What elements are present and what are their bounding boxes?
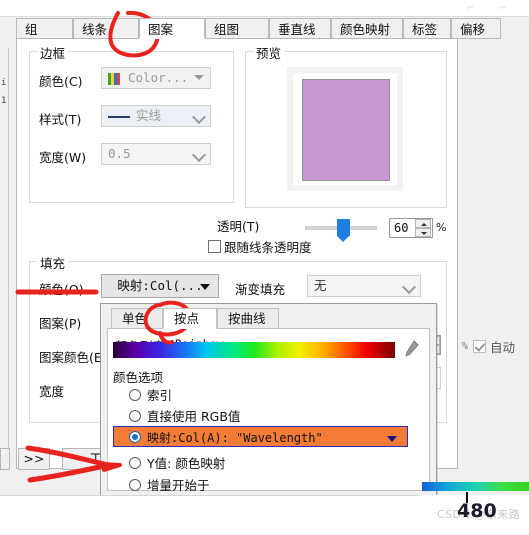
- transparency-value: 60: [394, 221, 409, 235]
- radio-use-rgb[interactable]: [129, 410, 141, 422]
- window-controls[interactable]: ⌐ ⌐: [467, 1, 523, 15]
- border-style-value: 实线: [136, 108, 162, 123]
- border-groupbox-label: 边框: [37, 43, 69, 62]
- radio-y-colormap-label: Y值: 颜色映射: [147, 456, 226, 471]
- popup-tab-by-curve[interactable]: 按曲线: [217, 308, 279, 329]
- radio-map-col-label: 映射:Col(A): "Wavelength": [147, 431, 323, 445]
- color-swatch-icon: [108, 73, 120, 85]
- radio-use-rgb-label: 直接使用 RGB值: [147, 409, 241, 424]
- colorbar: [422, 482, 529, 491]
- border-color-combo[interactable]: Color...: [101, 67, 211, 89]
- radio-increment-from[interactable]: [129, 479, 141, 491]
- tab-offset[interactable]: 偏移: [451, 18, 501, 39]
- radio-map-col[interactable]: [129, 431, 141, 443]
- radio-index-label: 索引: [147, 388, 173, 403]
- solid-line-icon: [108, 116, 130, 118]
- preview-fill-swatch: [302, 79, 390, 181]
- border-width-label: 宽度(W): [39, 150, 87, 165]
- tab-strip: 组 线条 图案 组图 垂直线 颜色映射 标签 偏移: [16, 18, 501, 40]
- tab-group[interactable]: 组: [16, 18, 73, 39]
- preview-groupbox-label: 预览: [253, 43, 285, 62]
- border-width-combo[interactable]: 0.5: [101, 143, 211, 165]
- chevron-down-icon: [200, 284, 210, 290]
- chevron-down-icon: [191, 147, 207, 163]
- follow-line-transparency-checkbox[interactable]: [208, 240, 221, 253]
- auto-label: 自动: [490, 340, 516, 355]
- transparency-spinbox[interactable]: 60: [389, 218, 433, 238]
- tab-pattern[interactable]: 图案: [139, 18, 205, 39]
- left-edge-divider: [8, 48, 9, 468]
- pattern-width-label: 宽度: [39, 384, 65, 399]
- pattern-color-label: 图案颜色(E): [39, 350, 107, 365]
- gradient-fill-combo[interactable]: 无: [307, 275, 421, 297]
- bottom-divider: [0, 495, 420, 496]
- colorbar-tick-value: 480: [457, 500, 497, 522]
- tab-vertical-line[interactable]: 垂直线: [269, 18, 331, 39]
- rainbow-palette-bar[interactable]: [113, 342, 395, 358]
- fill-color-popup: 单色 按点 按曲线 颜色列表: Rainbow 颜色选项 索引 直接使用 RGB…: [100, 303, 437, 497]
- border-color-label: 颜色(C): [39, 74, 83, 89]
- tab-line[interactable]: 线条: [73, 18, 139, 39]
- gradient-fill-label: 渐变填充: [235, 282, 286, 297]
- border-width-value: 0.5: [108, 146, 131, 161]
- tab-group-plot[interactable]: 组图: [205, 18, 269, 39]
- window-title-bar: ⌐ ⌐: [0, 0, 529, 16]
- radio-index[interactable]: [129, 389, 141, 401]
- fill-color-value: 映射:Col(...: [117, 278, 203, 293]
- app-root: ⌐ ⌐ i 1 组 线条 图案 组图 垂直线 颜色映射 标签 偏移 边框 颜色(…: [0, 0, 529, 535]
- fill-color-label: 颜色(O): [39, 282, 84, 297]
- popup-tab-by-point[interactable]: 按点: [163, 308, 217, 329]
- radio-increment-from-label: 增量开始于: [147, 478, 210, 493]
- border-color-value: Color...: [128, 70, 189, 85]
- left-edge-fragment-1: i: [1, 78, 7, 88]
- auto-checkbox[interactable]: [473, 340, 486, 353]
- pencil-icon[interactable]: [404, 340, 420, 358]
- spinner-down-icon[interactable]: [415, 228, 431, 237]
- transparency-slider-thumb[interactable]: [337, 219, 350, 242]
- pattern-label: 图案(P): [39, 316, 82, 331]
- chevron-down-icon[interactable]: [387, 436, 397, 442]
- tab-colormap[interactable]: 颜色映射: [331, 18, 403, 39]
- radio-y-colormap[interactable]: [129, 457, 141, 469]
- spinner-up-icon[interactable]: [415, 219, 431, 228]
- popup-tab-single-color[interactable]: 单色: [111, 308, 163, 329]
- chevron-down-icon: [401, 279, 417, 295]
- follow-line-transparency-label: 跟随线条透明度: [224, 240, 312, 255]
- color-options-title: 颜色选项: [113, 370, 164, 385]
- bottom-left-button-clipped[interactable]: [0, 448, 10, 470]
- pattern-width-unit: %: [462, 341, 469, 352]
- transparency-label: 透明(T): [217, 219, 260, 234]
- gradient-fill-value: 无: [314, 278, 327, 293]
- chevron-down-icon: [194, 75, 204, 80]
- tab-label[interactable]: 标签: [403, 18, 451, 39]
- border-style-combo[interactable]: 实线: [101, 105, 211, 127]
- fill-color-combo[interactable]: 映射:Col(...: [101, 274, 219, 298]
- spinner-buttons[interactable]: [415, 219, 431, 237]
- border-style-label: 样式(T): [39, 112, 82, 127]
- chevron-down-icon: [191, 109, 207, 125]
- left-edge-fragment-2: 1: [1, 96, 7, 106]
- transparency-unit: %: [436, 221, 447, 234]
- fill-groupbox-label: 填充: [37, 253, 69, 272]
- expand-button[interactable]: >>: [18, 448, 50, 470]
